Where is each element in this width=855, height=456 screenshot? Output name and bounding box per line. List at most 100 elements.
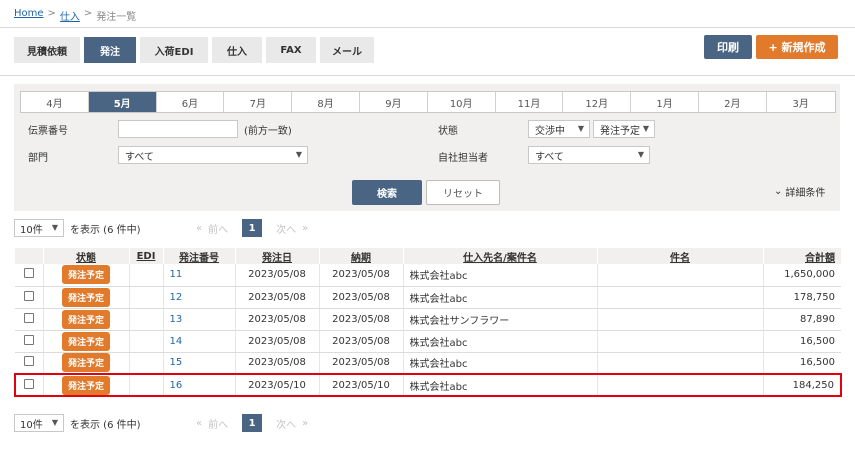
tab-fax[interactable]: FAX: [266, 37, 316, 63]
display-count-text: を表示 (6 件中): [70, 224, 141, 236]
month-tab-2[interactable]: 2月: [699, 92, 767, 112]
header-due-date[interactable]: 納期: [318, 248, 403, 264]
month-tab-6[interactable]: 6月: [157, 92, 225, 112]
next-page-link[interactable]: 次へ: [276, 416, 296, 431]
row-checkbox[interactable]: [23, 312, 34, 323]
month-tab-5[interactable]: 5月: [88, 92, 157, 112]
department-select-value: すべて: [125, 151, 154, 163]
table-row-highlighted: 発注予定 16 2023/05/10 2023/05/10 株式会社abc 18…: [14, 373, 842, 397]
month-tab-8[interactable]: 8月: [292, 92, 360, 112]
first-page-link[interactable]: «: [196, 223, 202, 234]
status-cell: 発注予定: [42, 264, 129, 287]
current-page[interactable]: 1: [242, 219, 263, 237]
staff-label: 自社担当者: [438, 153, 488, 164]
breadcrumb-home[interactable]: Home: [14, 8, 44, 23]
breadcrumb-purchase[interactable]: 仕入: [60, 8, 80, 23]
table-row: 発注予定 15 2023/05/08 2023/05/08 株式会社abc 16…: [15, 352, 841, 375]
pager-top: 10件 ▼ を表示 (6 件中): [14, 218, 141, 238]
edi-cell: [128, 308, 163, 331]
status-cell: 発注予定: [42, 286, 129, 309]
row-checkbox-cell: [15, 330, 43, 353]
header-total[interactable]: 合計額: [762, 248, 841, 264]
chevron-down-icon: ⌄: [774, 186, 783, 197]
total-cell: 184,250: [762, 373, 842, 397]
pagination: « 前へ 1 次へ »: [196, 414, 308, 432]
first-page-link[interactable]: «: [196, 418, 202, 429]
status-badge: 発注予定: [61, 309, 110, 329]
order-number-cell: 11: [162, 264, 235, 287]
slip-number-input[interactable]: [118, 120, 238, 138]
detail-conditions-toggle[interactable]: ⌄ 詳細条件: [774, 184, 825, 199]
chevron-down-icon: ▼: [295, 150, 302, 159]
row-checkbox[interactable]: [23, 290, 34, 301]
header-edi[interactable]: EDI: [128, 248, 163, 264]
row-checkbox-cell: [15, 352, 43, 375]
month-tab-4[interactable]: 4月: [21, 92, 89, 112]
department-select[interactable]: すべて ▼: [118, 146, 308, 164]
detail-conditions-label: 詳細条件: [785, 188, 826, 199]
status-select-1[interactable]: 交渉中 ▼: [528, 120, 590, 138]
header-status[interactable]: 状態: [42, 248, 129, 264]
supplier-cell: 株式会社abc: [402, 373, 597, 397]
header-order-number[interactable]: 発注番号: [162, 248, 235, 264]
prev-page-link[interactable]: 前へ: [208, 221, 228, 236]
month-tab-7[interactable]: 7月: [224, 92, 293, 112]
status-badge: 発注予定: [61, 265, 110, 285]
month-tab-3[interactable]: 3月: [767, 92, 835, 112]
edi-cell: [128, 373, 163, 397]
order-date-cell: 2023/05/08: [234, 308, 319, 331]
per-page-select[interactable]: 10件 ▼: [14, 414, 64, 432]
month-tab-12[interactable]: 12月: [563, 92, 632, 112]
order-number-link[interactable]: 16: [170, 380, 183, 391]
tab-purchase[interactable]: 仕入: [212, 37, 262, 63]
prev-page-link[interactable]: 前へ: [208, 416, 228, 431]
row-checkbox[interactable]: [24, 378, 35, 389]
chevron-down-icon: ▼: [51, 418, 58, 427]
next-page-link[interactable]: 次へ: [276, 221, 296, 236]
header-subject[interactable]: 件名: [596, 248, 763, 264]
order-date-cell: 2023/05/08: [234, 286, 319, 309]
row-checkbox[interactable]: [23, 356, 34, 367]
month-tab-10[interactable]: 10月: [428, 92, 496, 112]
tab-mail[interactable]: メール: [320, 37, 374, 63]
reset-button[interactable]: リセット: [426, 180, 500, 205]
tab-quote-request[interactable]: 見積依頼: [14, 37, 80, 63]
order-number-cell: 16: [162, 373, 235, 397]
tab-arrival-edi[interactable]: 入荷EDI: [140, 37, 208, 63]
current-page[interactable]: 1: [242, 414, 263, 432]
month-tab-11[interactable]: 11月: [496, 92, 564, 112]
order-number-link[interactable]: 13: [170, 314, 183, 325]
search-button[interactable]: 検索: [352, 180, 422, 205]
breadcrumb: Home > 仕入 > 発注一覧: [14, 8, 136, 23]
total-cell: 16,500: [762, 330, 841, 353]
status-cell: 発注予定: [42, 330, 129, 353]
status-cell: 発注予定: [42, 373, 129, 397]
staff-select[interactable]: すべて ▼: [528, 146, 650, 164]
status-select-2[interactable]: 発注予定 ▼: [593, 120, 655, 138]
subject-cell: [596, 264, 763, 287]
row-checkbox[interactable]: [23, 268, 34, 279]
header-supplier[interactable]: 仕入先名/案件名: [402, 248, 597, 264]
due-date-cell: 2023/05/08: [318, 264, 403, 287]
month-tab-1[interactable]: 1月: [631, 92, 699, 112]
tab-order[interactable]: 発注: [84, 37, 136, 63]
supplier-cell: 株式会社abc: [402, 352, 597, 375]
per-page-select[interactable]: 10件 ▼: [14, 219, 64, 237]
divider: [0, 27, 855, 28]
order-number-link[interactable]: 11: [170, 269, 183, 280]
due-date-cell: 2023/05/08: [318, 286, 403, 309]
display-count-text: を表示 (6 件中): [70, 419, 141, 431]
header-order-date[interactable]: 発注日: [234, 248, 319, 264]
last-page-link[interactable]: »: [302, 418, 308, 429]
order-number-link[interactable]: 14: [170, 336, 183, 347]
month-tab-9[interactable]: 9月: [360, 92, 428, 112]
order-number-link[interactable]: 15: [170, 357, 183, 368]
order-number-link[interactable]: 12: [170, 292, 183, 303]
order-date-cell: 2023/05/08: [234, 352, 319, 375]
row-checkbox[interactable]: [23, 334, 34, 345]
per-page-value: 10件: [20, 224, 43, 236]
print-button[interactable]: 印刷: [704, 35, 752, 59]
new-create-button[interactable]: + 新規作成: [756, 35, 838, 59]
breadcrumb-current: 発注一覧: [96, 12, 137, 23]
last-page-link[interactable]: »: [302, 223, 308, 234]
